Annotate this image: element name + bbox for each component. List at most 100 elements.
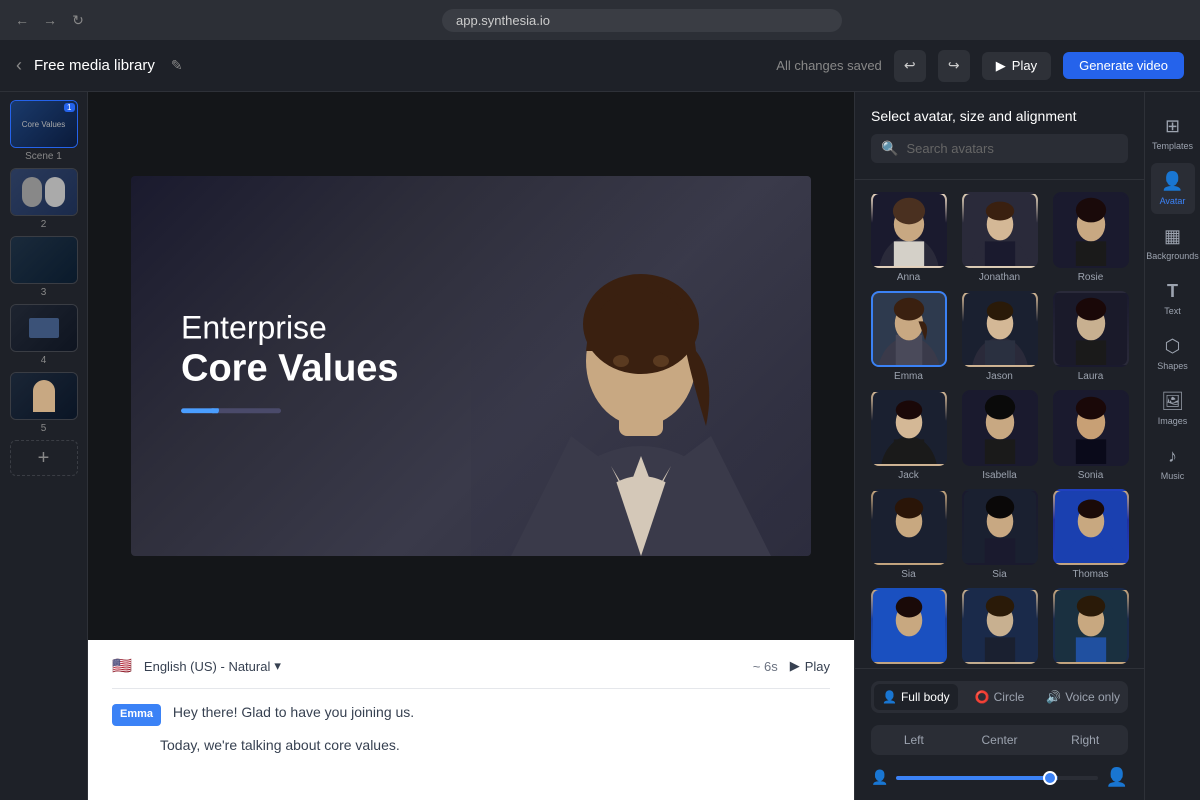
script-line-2[interactable]: Today, we're talking about core values. — [112, 734, 830, 756]
images-icon: 🖼 — [1161, 391, 1184, 412]
scene-4-item[interactable]: 4 — [10, 304, 78, 366]
sidebar-item-text[interactable]: T Text — [1151, 273, 1195, 324]
video-title-light: Enterprise — [181, 308, 399, 346]
address-bar[interactable]: app.synthesia.io — [442, 9, 842, 32]
avatar-controls: 👤 Full body ⭕ Circle 🔊 Voice only Left C… — [855, 668, 1144, 800]
avatar-card-anna[interactable]: Anna — [867, 192, 950, 283]
avatar-name-emma: Emma — [894, 371, 923, 382]
scene-2-label: 2 — [41, 219, 47, 230]
sidebar-item-backgrounds[interactable]: ▦ Backgrounds — [1151, 218, 1195, 269]
avatar-card-emma[interactable]: Emma — [867, 291, 950, 382]
scene-5-thumb[interactable] — [10, 372, 78, 420]
back-icon[interactable]: ‹ — [16, 55, 22, 76]
avatar-panel-title: Select avatar, size and alignment — [871, 108, 1128, 124]
topbar: ‹ Free media library ✎ All changes saved… — [0, 40, 1200, 92]
script-panel: 🇺🇸 English (US) - Natural ▾ ~ 6s ▶ Play … — [88, 640, 854, 800]
tab-voice-only[interactable]: 🔊 Voice only — [1041, 684, 1125, 710]
avatar-card-jason[interactable]: Jason — [958, 291, 1041, 382]
play-button[interactable]: ▶ Play — [982, 52, 1051, 80]
full-body-icon: 👤 — [882, 690, 897, 704]
undo-button[interactable]: ↩ — [894, 50, 926, 82]
avatar-card-laura[interactable]: Laura — [1049, 291, 1132, 382]
avatar-card-isabella[interactable]: Isabella — [958, 390, 1041, 481]
edit-title-icon[interactable]: ✎ — [171, 57, 183, 74]
avatar-card-jonathan[interactable]: Jonathan — [958, 192, 1041, 283]
avatar-search-input[interactable] — [906, 141, 1118, 156]
search-icon: 🔍 — [881, 140, 898, 157]
scene-1-thumb[interactable]: Core Values 1 — [10, 100, 78, 148]
scene-4-thumb[interactable] — [10, 304, 78, 352]
avatar-name-anna: Anna — [897, 272, 920, 283]
size-slider-thumb[interactable] — [1043, 771, 1057, 785]
sidebar-item-avatar[interactable]: 👤 Avatar — [1151, 163, 1195, 214]
avatar-img-sonia — [1053, 390, 1129, 466]
add-scene-button[interactable]: + — [10, 440, 78, 476]
video-canvas: Enterprise Core Values — [88, 92, 854, 640]
project-title: Free media library — [34, 57, 155, 74]
scene-2-thumb[interactable] — [10, 168, 78, 216]
avatar-name-isabella: Isabella — [982, 470, 1016, 481]
tab-full-body[interactable]: 👤 Full body — [874, 684, 958, 710]
size-slider[interactable] — [896, 776, 1097, 780]
script-line-1: Emma Hey there! Glad to have you joining… — [112, 701, 830, 726]
scene-1-item[interactable]: Core Values 1 Scene 1 — [10, 100, 78, 162]
avatar-card-row4a[interactable] — [867, 588, 950, 668]
video-progress-bar — [181, 408, 281, 413]
chevron-down-icon: ▾ — [274, 658, 281, 674]
templates-icon: ⊞ — [1165, 116, 1180, 137]
size-small-icon: 👤 — [871, 769, 888, 786]
avatar-panel: Select avatar, size and alignment 🔍 — [854, 92, 1144, 800]
browser-chrome: ← → ↻ app.synthesia.io — [0, 0, 1200, 40]
right-icon-sidebar: ⊞ Templates 👤 Avatar ▦ Backgrounds T Tex… — [1144, 92, 1200, 800]
generate-video-button[interactable]: Generate video — [1063, 52, 1184, 79]
scene-3-item[interactable]: 3 — [10, 236, 78, 298]
alignment-row: Left Center Right — [871, 725, 1128, 755]
avatar-card-row4b[interactable] — [958, 588, 1041, 668]
language-selector[interactable]: English (US) - Natural ▾ — [144, 658, 281, 674]
align-center-button[interactable]: Center — [957, 725, 1043, 755]
circle-icon: ⭕ — [975, 690, 990, 704]
scene-5-item[interactable]: 5 — [10, 372, 78, 434]
avatar-icon: 👤 — [1161, 171, 1183, 192]
sidebar-item-shapes[interactable]: ⬡ Shapes — [1151, 328, 1195, 379]
align-left-button[interactable]: Left — [871, 725, 957, 755]
voice-icon: 🔊 — [1046, 690, 1061, 704]
redo-button[interactable]: ↪ — [938, 50, 970, 82]
avatar-grid: Anna Jonathan — [855, 180, 1144, 668]
avatar-img-jason — [962, 291, 1038, 367]
avatar-img-laura — [1053, 291, 1129, 367]
avatar-card-sonia[interactable]: Sonia — [1049, 390, 1132, 481]
avatar-img-jonathan — [962, 192, 1038, 268]
video-title-bold: Core Values — [181, 347, 399, 393]
avatar-name-sia2: Sia — [992, 569, 1006, 580]
avatar-card-sia2[interactable]: Sia — [958, 489, 1041, 580]
sidebar-item-music[interactable]: ♪ Music — [1151, 438, 1195, 489]
avatar-card-row4c[interactable] — [1049, 588, 1132, 668]
sidebar-item-templates[interactable]: ⊞ Templates — [1151, 108, 1195, 159]
align-right-button[interactable]: Right — [1042, 725, 1128, 755]
tab-circle[interactable]: ⭕ Circle — [958, 684, 1042, 710]
avatar-card-rosie[interactable]: Rosie — [1049, 192, 1132, 283]
play-script-button[interactable]: ▶ Play — [790, 658, 830, 674]
refresh-btn[interactable]: ↻ — [68, 10, 88, 30]
size-tabs: 👤 Full body ⭕ Circle 🔊 Voice only — [871, 681, 1128, 713]
avatar-card-thomas[interactable]: Thomas — [1049, 489, 1132, 580]
backgrounds-icon: ▦ — [1164, 226, 1181, 247]
avatar-img-sia1 — [871, 489, 947, 565]
avatar-card-jack[interactable]: Jack — [867, 390, 950, 481]
avatar-card-sia1[interactable]: Sia — [867, 489, 950, 580]
forward-btn[interactable]: → — [40, 10, 60, 30]
video-frame: Enterprise Core Values — [131, 176, 811, 556]
script-duration: ~ 6s — [753, 659, 778, 674]
back-btn[interactable]: ← — [12, 10, 32, 30]
language-flag: 🇺🇸 — [112, 656, 132, 676]
scene-1-label: Scene 1 — [25, 151, 62, 162]
size-large-icon: 👤 — [1106, 767, 1128, 788]
scene-2-item[interactable]: 2 — [10, 168, 78, 230]
size-slider-row: 👤 👤 — [871, 767, 1128, 788]
sidebar-item-images[interactable]: 🖼 Images — [1151, 383, 1195, 434]
avatar-name-jack: Jack — [898, 470, 919, 481]
avatar-img-jack — [871, 390, 947, 466]
app-body: Core Values 1 Scene 1 2 3 — [0, 92, 1200, 800]
scene-3-thumb[interactable] — [10, 236, 78, 284]
